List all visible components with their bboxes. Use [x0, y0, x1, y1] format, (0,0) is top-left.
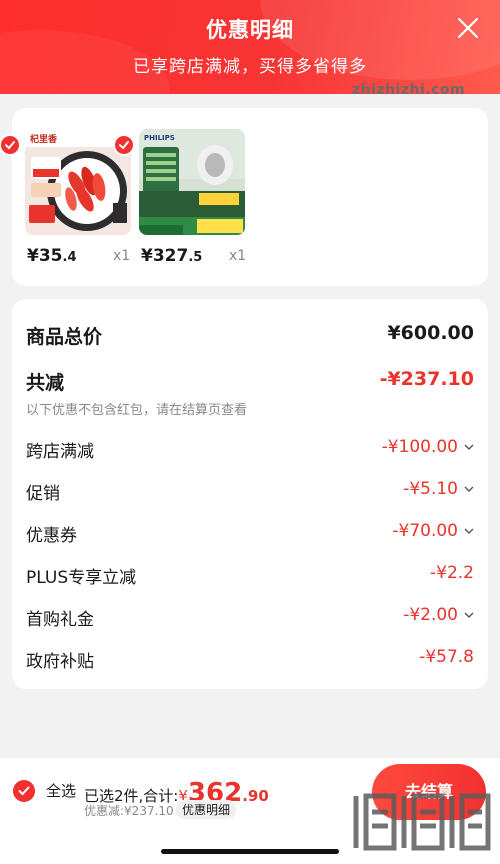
discount-label: 政府补贴	[26, 652, 94, 672]
select-all-check-icon[interactable]	[13, 780, 35, 802]
watermark-text: zhizhizhi.com	[352, 82, 466, 98]
page-title: 优惠明细	[206, 18, 294, 42]
header-banner: 优惠明细 已享跨店满减，买得多省得多	[0, 0, 500, 94]
product-price: ¥327.5	[141, 246, 203, 266]
chevron-down-icon	[464, 612, 474, 618]
discount-detail-card: 商品总价 ¥600.00 共减 -¥237.10 以下优惠不包含红包，请在结算页…	[12, 299, 488, 689]
discount-label: 优惠券	[26, 526, 77, 546]
product-image-philips[interactable]: PHILIPS	[139, 129, 245, 235]
discount-label: 跨店满减	[26, 442, 94, 462]
discount-label: 促销	[26, 484, 60, 504]
discount-value: -¥2.00	[403, 605, 474, 625]
brand-logo: 杞里香	[30, 133, 58, 145]
chevron-down-icon	[464, 528, 474, 534]
chevron-down-icon	[464, 486, 474, 492]
chevron-down-icon	[464, 444, 474, 450]
discount-value: -¥100.00	[382, 437, 474, 457]
discount-label: 首购礼金	[26, 610, 94, 630]
product-quantity: x1	[113, 248, 131, 264]
discount-summary: 优惠减:¥237.10	[84, 804, 174, 818]
product-card: 杞里香 ¥35.4 x1 PHILIPS ¥327.5 x1	[0, 108, 488, 286]
product-price: ¥35.4	[27, 246, 77, 266]
reduction-label: 共减	[26, 372, 65, 394]
selected-check-icon[interactable]	[113, 134, 135, 156]
page-subtitle: 已享跨店满减，买得多省得多	[133, 57, 367, 77]
product-quantity: x1	[229, 248, 247, 264]
discount-value: -¥5.10	[403, 479, 474, 499]
reduction-note: 以下优惠不包含红包，请在结算页查看	[26, 403, 248, 418]
discount-label: PLUS专享立减	[26, 568, 137, 588]
brand-logo: PHILIPS	[144, 134, 175, 142]
total-price-label: 商品总价	[26, 326, 103, 348]
discount-value: -¥2.2	[430, 563, 474, 583]
selected-check-icon[interactable]	[0, 134, 21, 156]
discount-detail-toggle[interactable]: 优惠明细	[176, 800, 237, 819]
discount-value: -¥70.00	[392, 521, 474, 541]
reduction-value: -¥237.10	[379, 368, 474, 390]
home-indicator	[161, 849, 339, 854]
order-total-cents: .90	[242, 787, 269, 805]
watermark-logo	[353, 793, 491, 851]
close-icon[interactable]	[456, 16, 480, 40]
total-price-value: ¥600.00	[387, 322, 474, 344]
select-all-label[interactable]: 全选	[46, 780, 76, 801]
discount-value: -¥57.8	[419, 647, 474, 667]
